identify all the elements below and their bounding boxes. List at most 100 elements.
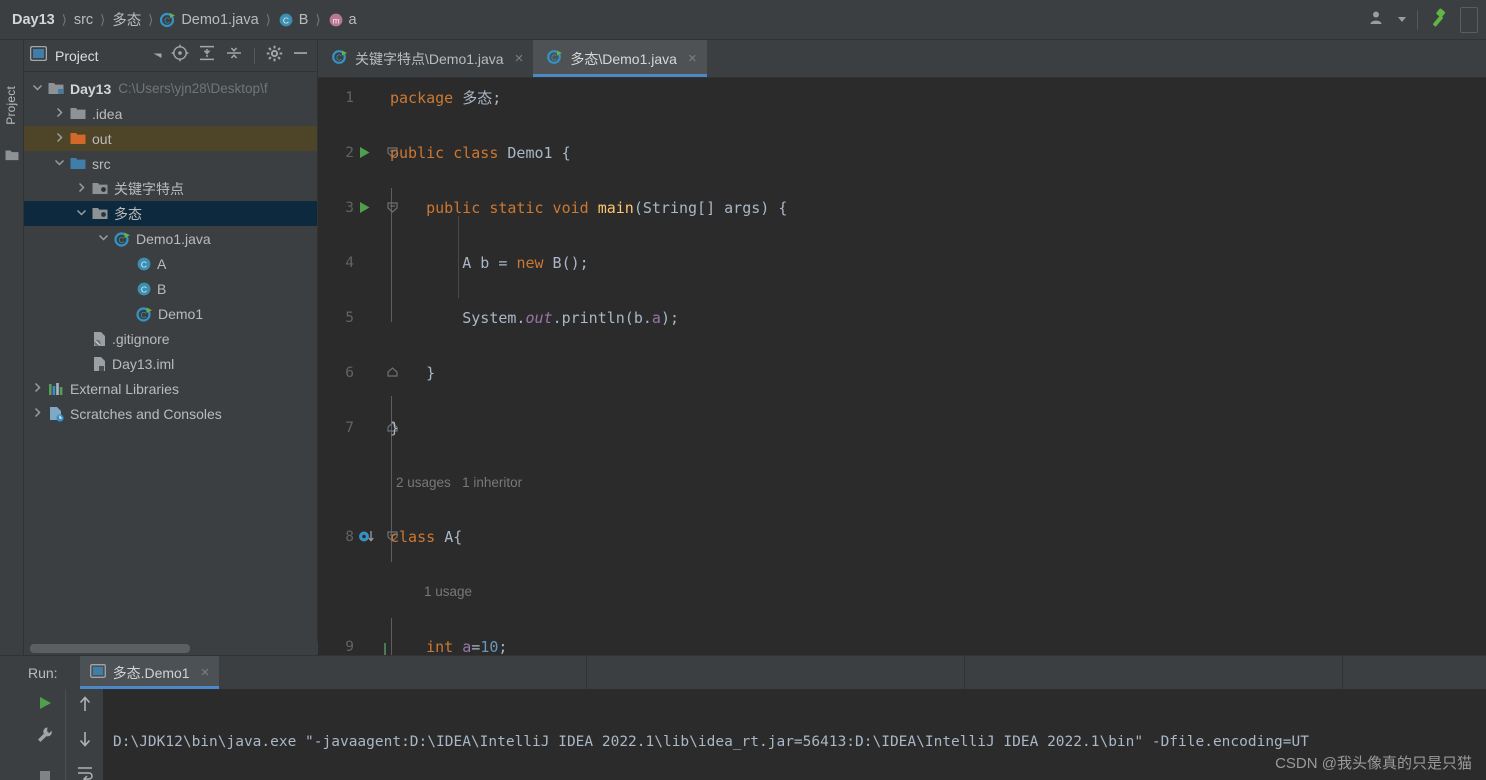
select-opens-file-icon[interactable] (171, 44, 189, 67)
code-line-8[interactable]: 8 class A{ (318, 523, 1486, 551)
breadcrumb-item-method-a[interactable]: m a (328, 12, 357, 28)
scroll-down-button[interactable] (77, 730, 93, 753)
tree-node[interactable]: Scratches and Consoles (24, 401, 317, 426)
editor-tab-polymorphism[interactable]: C 多态\Demo1.java × (533, 40, 708, 77)
tree-node[interactable]: C Demo1 (24, 301, 317, 326)
tree-node[interactable]: out (24, 126, 317, 151)
run-right-actions (65, 689, 103, 780)
code-text: System.out.println(b.a); (462, 308, 679, 327)
breadcrumb-separator: ⟩ (315, 11, 321, 27)
breadcrumb-item-class-b[interactable]: C B (278, 12, 308, 28)
package-icon (92, 206, 109, 221)
code-line-5[interactable]: 5 System.out.println(b.a); (318, 304, 1486, 332)
breadcrumb-item-src[interactable]: src (74, 12, 93, 28)
chevron-right-icon[interactable] (54, 107, 67, 120)
run-header-divider (1342, 656, 1343, 689)
breadcrumb-item-package[interactable]: 多态 (112, 9, 141, 30)
code-text: public static void main(String[] args) { (426, 198, 788, 217)
breadcrumb-label: Day13 (12, 11, 55, 28)
code-text: } (390, 418, 400, 437)
run-tab-demo1[interactable]: 多态.Demo1 × (79, 656, 220, 689)
chevron-down-icon[interactable] (32, 82, 45, 95)
tree-node[interactable]: Day13 C:\Users\yjn28\Desktop\f (24, 76, 317, 101)
scratches-icon (48, 406, 65, 422)
breadcrumb-separator: ⟩ (100, 11, 106, 27)
chevron-right-icon[interactable] (54, 132, 67, 145)
folder-orange-icon (70, 131, 87, 146)
code-text: package 多态; (390, 89, 502, 108)
tree-node[interactable]: CA (24, 251, 317, 276)
chevron-down-icon[interactable] (98, 232, 111, 245)
tree-node-label: B (157, 280, 167, 297)
project-hscroll-thumb[interactable] (30, 644, 190, 653)
tree-node-label: Day13.iml (112, 355, 175, 372)
chevron-right-icon[interactable] (32, 407, 45, 420)
chevron-right-icon[interactable] (76, 182, 89, 195)
breadcrumb-item-day13[interactable]: Day13 (12, 12, 55, 28)
usages-count: 2 usages (396, 474, 451, 490)
tree-node[interactable]: CB (24, 276, 317, 301)
chevron-right-icon[interactable] (32, 382, 45, 395)
inlay-hint-text[interactable]: 2 usages 1 inheritor (396, 475, 522, 490)
breadcrumb-separator: ⟩ (61, 11, 67, 27)
code-line-9[interactable]: 9 int a=10; (318, 633, 1486, 655)
tree-node[interactable]: 关键字特点 (24, 176, 317, 201)
tree-node[interactable]: External Libraries (24, 376, 317, 401)
tree-node-label: 多态 (114, 205, 142, 222)
inlay-hint-class-a[interactable]: 2 usages 1 inheritor (318, 469, 1486, 497)
chevron-down-icon[interactable] (76, 207, 89, 220)
code-line-4[interactable]: 4 A b = new B(); (318, 249, 1486, 277)
inlay-hint-field-a[interactable]: 1 usage (318, 578, 1486, 606)
tree-node[interactable]: src (24, 151, 317, 176)
collapse-all-icon[interactable] (225, 44, 243, 67)
expand-all-icon[interactable] (198, 44, 216, 67)
run-config-icon (89, 664, 106, 681)
run-gutter-icon[interactable] (358, 139, 384, 167)
close-icon[interactable]: × (688, 50, 697, 67)
implemented-by-gutter-icon[interactable] (358, 523, 384, 551)
code-editor[interactable]: 1 package 多态; 2 public class Demo1 { 3 p… (318, 78, 1486, 655)
code-line-2[interactable]: 2 public class Demo1 { (318, 139, 1486, 167)
chevron-down-icon[interactable] (1397, 11, 1407, 29)
tree-node[interactable]: C Demo1.java (24, 226, 317, 251)
tree-node[interactable]: .gitignore (24, 326, 317, 351)
settings-gear-icon[interactable] (266, 45, 283, 67)
code-line-6[interactable]: 6 } (318, 359, 1486, 387)
soft-wrap-button[interactable] (76, 765, 94, 780)
breadcrumb-item-file[interactable]: C Demo1.java (160, 12, 259, 28)
tree-node[interactable]: .idea (24, 101, 317, 126)
code-line-7[interactable]: 7 } (318, 414, 1486, 442)
svg-text:C: C (141, 259, 147, 269)
breadcrumb-bar: Day13 ⟩ src ⟩ 多态 ⟩ C Demo1.java ⟩ C B ⟩ … (0, 0, 1486, 40)
hide-panel-icon[interactable] (292, 46, 309, 65)
stop-button[interactable] (38, 769, 52, 780)
scroll-up-button[interactable] (77, 695, 93, 718)
navbar-extra-button[interactable] (1460, 7, 1478, 33)
inlay-hint-text[interactable]: 1 usage (424, 584, 472, 599)
line-number: 9 (345, 638, 354, 655)
project-tree[interactable]: Day13 C:\Users\yjn28\Desktop\f .idea out src… (24, 72, 317, 650)
tree-node[interactable]: 多态 (24, 201, 317, 226)
run-gutter-icon[interactable] (358, 194, 384, 222)
tree-node-label: External Libraries (70, 380, 179, 397)
rerun-button[interactable] (37, 695, 53, 716)
code-line-1[interactable]: 1 package 多态; (318, 84, 1486, 112)
svg-text:C: C (336, 53, 342, 62)
user-account-icon[interactable] (1369, 9, 1387, 32)
tree-arrow-placeholder (120, 282, 133, 295)
project-panel-title: Project (55, 47, 99, 64)
settings-wrench-button[interactable] (36, 726, 54, 749)
editor-tab-keywords[interactable]: C 关键字特点\Demo1.java × (318, 40, 533, 77)
tree-node-label: out (92, 130, 112, 147)
build-hammer-icon[interactable] (1428, 7, 1450, 34)
run-panel-label: Run: (28, 664, 58, 681)
chevron-down-icon[interactable] (54, 157, 67, 170)
close-icon[interactable]: × (515, 50, 524, 67)
tree-node[interactable]: Day13.iml (24, 351, 317, 376)
code-line-3[interactable]: 3 public static void main(String[] args)… (318, 194, 1486, 222)
chevron-down-small-icon[interactable] (153, 47, 162, 65)
tool-button-project[interactable]: Project (4, 86, 18, 125)
close-icon[interactable]: × (201, 664, 210, 681)
tree-node-label: Demo1.java (136, 230, 211, 247)
project-panel-header: Project (24, 40, 317, 72)
